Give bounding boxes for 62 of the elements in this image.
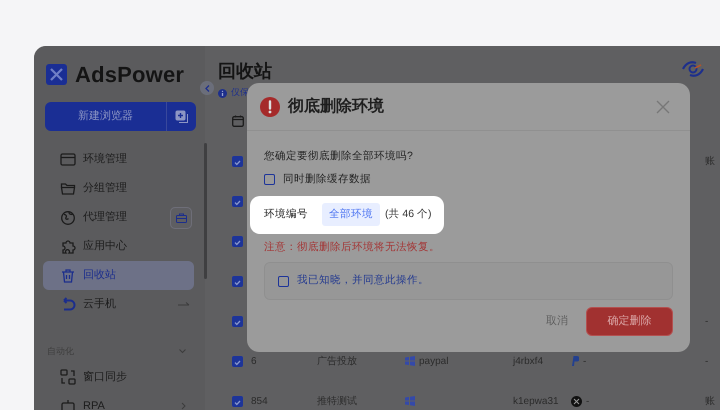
row-checkbox[interactable] <box>232 196 243 206</box>
row-checkbox[interactable] <box>232 236 243 246</box>
collapse-sidebar-button[interactable] <box>200 81 214 95</box>
puzzle-icon <box>60 238 76 254</box>
confirm-question: 您确定要彻底删除全部环境吗? <box>264 149 414 164</box>
table-cell: - <box>705 316 708 326</box>
checkbox-label: 同时删除缓存数据 <box>283 172 371 187</box>
table-cell: j4rbxf4 <box>513 356 544 366</box>
sidebar-item[interactable]: 窗口同步 <box>43 362 194 392</box>
info-icon <box>218 88 227 98</box>
windows-icon <box>405 396 415 406</box>
row-checkbox[interactable] <box>232 356 243 366</box>
x-logo-icon <box>571 396 582 406</box>
table-cell: k1epwa31 <box>513 396 559 406</box>
proxy-shop-button[interactable] <box>170 206 192 228</box>
table-cell-text: - <box>586 394 590 408</box>
sidebar-item[interactable]: 代理管理 <box>43 203 194 232</box>
calendar-icon <box>232 114 244 126</box>
sidebar-item[interactable]: RPA <box>43 392 194 410</box>
chevron-left-icon <box>204 84 210 92</box>
row-checkbox[interactable] <box>232 156 243 166</box>
sidebar-item[interactable]: 云手机 <box>43 290 194 319</box>
window-sync-icon <box>60 369 76 385</box>
table-cell: - <box>705 356 708 366</box>
briefcase-icon <box>176 212 186 222</box>
globe-icon <box>60 210 76 226</box>
browser-window-icon <box>60 152 76 168</box>
table-cell: 854 <box>251 396 268 406</box>
environment-count: (共 46 个) <box>385 206 432 222</box>
folder-icon <box>60 180 76 196</box>
arrow-right-icon <box>178 302 190 308</box>
row-checkbox[interactable] <box>232 316 243 326</box>
new-browser-button[interactable]: 新建浏览器 <box>45 102 196 131</box>
sidebar-item[interactable]: 应用中心 <box>43 232 194 261</box>
app-logo-text: AdsPower <box>75 60 184 88</box>
sidebar-item[interactable]: 分组管理 <box>43 174 194 203</box>
add-icon <box>175 110 188 123</box>
row-checkbox[interactable] <box>232 396 243 406</box>
row-checkbox[interactable] <box>232 276 243 286</box>
warning-icon <box>260 96 280 116</box>
environment-tag: 全部环境 <box>322 202 380 226</box>
confirm-delete-button[interactable]: 确定删除 <box>586 307 673 336</box>
field-label: 环境编号 <box>264 206 308 222</box>
table-cell: 账 <box>705 396 715 406</box>
dialog-title: 彻底删除环境 <box>288 96 384 116</box>
checkbox-label: 我已知晓，并同意此操作。 <box>297 273 429 288</box>
cancel-button[interactable]: 取消 <box>546 313 568 330</box>
windows-icon <box>405 356 415 366</box>
table-cell-text: - <box>583 354 586 368</box>
page-title: 回收站 <box>217 60 272 83</box>
eye-logo-icon <box>682 59 704 79</box>
checkbox[interactable] <box>278 276 289 287</box>
table-cell: 账 <box>705 156 715 166</box>
chevron-right-icon <box>181 402 186 410</box>
table-cell-text: paypal <box>419 354 448 368</box>
warning-text: 注意：彻底删除后环境将无法恢复。 <box>264 240 441 254</box>
sidebar-item[interactable]: 环境管理 <box>43 145 194 174</box>
logo-icon <box>46 64 67 84</box>
trash-icon <box>60 268 76 284</box>
sidebar-item[interactable]: 回收站 <box>43 261 194 290</box>
checkbox[interactable] <box>264 174 275 186</box>
paypal-icon <box>571 356 579 366</box>
